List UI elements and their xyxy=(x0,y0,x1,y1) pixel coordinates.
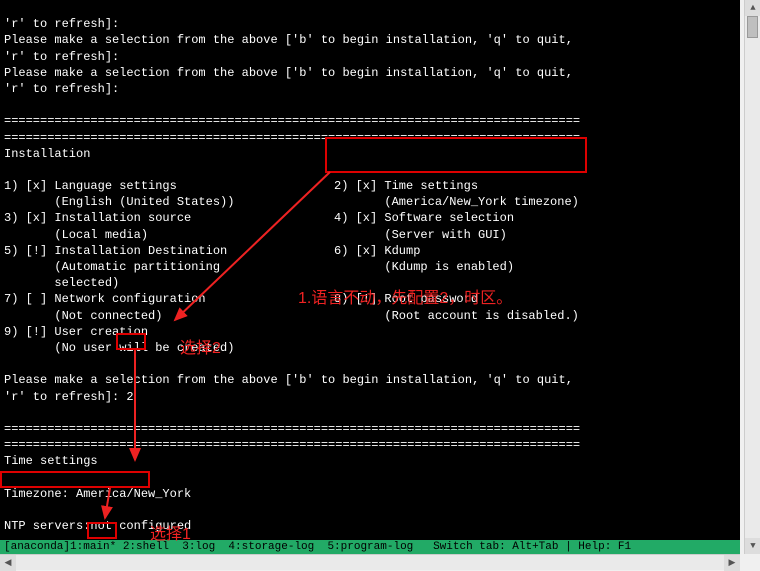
menu-item-6-line1[interactable]: 6) [x] Kdump xyxy=(334,244,420,258)
highlight-box-change-timezone xyxy=(0,471,150,488)
prompt-refresh-tail-2: 'r' to refresh]: xyxy=(4,50,119,64)
menu-item-5-line3: selected) xyxy=(4,275,334,291)
scroll-thumb[interactable] xyxy=(747,16,758,38)
menu-item-8-line2: (Root account is disabled.) xyxy=(334,309,579,323)
menu-item-4-line2: (Server with GUI) xyxy=(334,228,507,242)
vertical-scrollbar[interactable]: ▲ ▼ xyxy=(744,0,760,554)
menu-item-9-line2: (No user will be created) xyxy=(4,340,334,356)
menu-item-2-line1[interactable]: 2) [x] Time settings xyxy=(334,179,478,193)
horizontal-scrollbar[interactable]: ◀ ▶ xyxy=(0,554,740,570)
prompt-make-selection-3: Please make a selection from the above [… xyxy=(4,373,573,387)
menu-item-5-line2: (Automatic partitioning xyxy=(4,259,334,275)
terminal-window[interactable]: 'r' to refresh]: Please make a selection… xyxy=(0,0,740,554)
menu-item-2-line2: (America/New_York timezone) xyxy=(334,195,579,209)
divider: ========================================… xyxy=(4,438,580,452)
scroll-right-arrow-icon[interactable]: ▶ xyxy=(724,555,740,571)
prompt-refresh-tail-3: 'r' to refresh]: xyxy=(4,82,119,96)
menu-item-9-line1[interactable]: 9) [!] User creation xyxy=(4,324,334,340)
menu-item-1-line1[interactable]: 1) [x] Language settings xyxy=(4,178,334,194)
ntp-line: NTP servers:not configured xyxy=(4,519,191,533)
scroll-left-arrow-icon[interactable]: ◀ xyxy=(0,555,16,571)
menu-item-3-line1[interactable]: 3) [x] Installation source xyxy=(4,210,334,226)
menu-item-5-line1[interactable]: 5) [!] Installation Destination xyxy=(4,243,334,259)
scroll-up-arrow-icon[interactable]: ▲ xyxy=(745,0,760,16)
scroll-down-arrow-icon[interactable]: ▼ xyxy=(745,538,760,554)
divider: ========================================… xyxy=(4,114,580,128)
menu-item-4-line1[interactable]: 4) [x] Software selection xyxy=(334,211,514,225)
menu-item-7-line2: (Not connected) xyxy=(4,308,334,324)
section-title-installation: Installation xyxy=(4,147,90,161)
prompt-make-selection-2: Please make a selection from the above [… xyxy=(4,66,573,80)
timezone-line: Timezone: America/New_York xyxy=(4,487,191,501)
divider: ========================================… xyxy=(4,422,580,436)
status-bar: [anaconda]1:main* 2:shell 3:log 4:storag… xyxy=(0,540,740,554)
divider: ========================================… xyxy=(4,131,580,145)
prompt-make-selection-1: Please make a selection from the above [… xyxy=(4,33,573,47)
section-title-time-settings: Time settings xyxy=(4,454,98,468)
menu-item-7-line1[interactable]: 7) [ ] Network configuration xyxy=(4,291,334,307)
menu-item-6-line2: (Kdump is enabled) xyxy=(334,260,514,274)
prompt-input-2[interactable]: 'r' to refresh]: 2 xyxy=(4,390,134,404)
prompt-refresh-tail: 'r' to refresh]: xyxy=(4,17,119,31)
menu-item-8-line1[interactable]: 8) [!] Root password xyxy=(334,292,478,306)
menu-item-3-line2: (Local media) xyxy=(4,227,334,243)
menu-item-1-line2: (English (United States)) xyxy=(4,194,334,210)
